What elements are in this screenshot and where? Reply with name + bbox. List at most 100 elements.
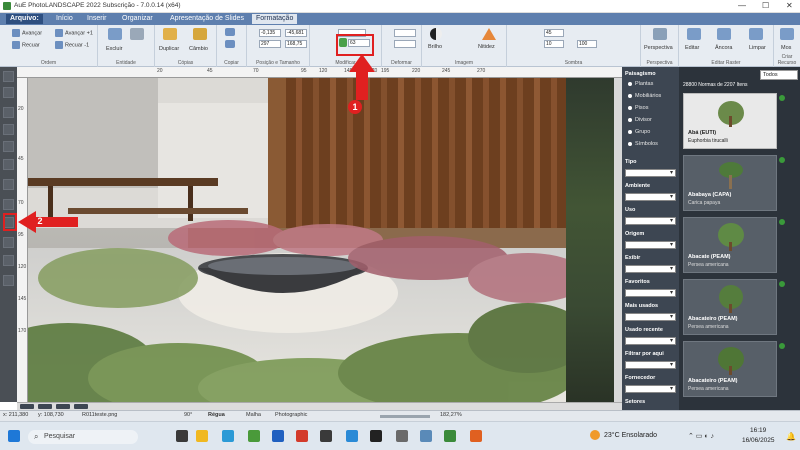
add-item-icon[interactable] (779, 281, 785, 287)
pos-x-field[interactable]: -0,135 (259, 29, 281, 37)
task-view-icon[interactable] (176, 430, 188, 442)
chat-icon[interactable] (370, 430, 382, 442)
anchor-icon[interactable] (717, 28, 731, 40)
editar-button[interactable]: Editar (685, 45, 699, 51)
photolandscape-taskbar-icon[interactable] (444, 430, 456, 442)
filter-exibir-select[interactable] (625, 265, 676, 273)
shape-tool-icon[interactable] (3, 179, 14, 190)
edit-raster-icon[interactable] (687, 28, 701, 40)
menu-arquivo[interactable]: Arquivo: (6, 14, 43, 24)
windows-start-icon[interactable] (8, 430, 20, 442)
avancar1-button[interactable]: Avançar +1 (55, 29, 93, 37)
next-page-icon[interactable] (56, 404, 70, 409)
word-icon[interactable] (272, 430, 284, 442)
zoom-out-icon[interactable] (3, 124, 14, 135)
library-item[interactable]: Ababaya (CAPA) Carica papaya (683, 155, 777, 211)
mos-button[interactable]: Mos (781, 45, 791, 51)
nitidez-button[interactable]: Nitidez (478, 44, 495, 50)
filter-por-aqui-select[interactable] (625, 361, 676, 369)
ancora-button[interactable]: Âncora (715, 45, 732, 51)
library-item[interactable]: Abacateiro (PEAM) Persea americana (683, 341, 777, 397)
ruler-toggle[interactable]: Régua (208, 412, 225, 418)
app-icon-gray[interactable] (396, 430, 408, 442)
app-icon-green[interactable] (248, 430, 260, 442)
filter-mais-usados-select[interactable] (625, 313, 676, 321)
notification-icon[interactable]: 🔔 (786, 432, 796, 441)
duplicate-icon[interactable] (163, 28, 177, 40)
copy-icon[interactable] (225, 28, 235, 36)
recuar-button[interactable]: Recuar (12, 41, 40, 49)
deform-field-1[interactable] (394, 29, 416, 37)
avancar-button[interactable]: Avançar (12, 29, 42, 37)
minimize-icon[interactable]: — (738, 1, 746, 10)
radio-mobiliarios[interactable]: Mobiliários (628, 93, 661, 99)
height-field[interactable]: 168,75 (285, 40, 307, 48)
rectangle-tool-icon[interactable] (3, 199, 14, 210)
radio-grupo[interactable]: Grupo (628, 129, 650, 135)
filter-tipo-select[interactable] (625, 169, 676, 177)
cambio-button[interactable]: Câmbio (189, 46, 208, 52)
radio-simbolos[interactable]: Símbolos (628, 141, 658, 147)
radio-pisos[interactable]: Pisos (628, 105, 648, 111)
close-icon[interactable]: ✕ (786, 1, 793, 10)
filter-usado-recente-select[interactable] (625, 337, 676, 345)
app-icon-dark[interactable] (320, 430, 332, 442)
perspectiva-button[interactable]: Perspectiva (644, 45, 673, 51)
brilho-button[interactable]: Brilho (428, 44, 442, 50)
app-icon-red[interactable] (296, 430, 308, 442)
duplicar-button[interactable]: Duplicar (159, 46, 179, 52)
vertical-scrollbar[interactable] (614, 78, 622, 402)
menu-inserir[interactable]: Inserir (83, 14, 110, 24)
shadow-angle-field[interactable]: 45 (544, 29, 564, 37)
width-field[interactable]: 297 (259, 40, 281, 48)
delete-icon[interactable] (108, 28, 122, 40)
paste-icon[interactable] (225, 40, 235, 48)
file-explorer-icon[interactable] (196, 430, 208, 442)
design-canvas[interactable] (28, 78, 566, 402)
filter-uso-select[interactable] (625, 217, 676, 225)
filter-origem-select[interactable] (625, 241, 676, 249)
zoom-slider[interactable] (380, 415, 430, 418)
library-item[interactable]: Abá (EUTI) Euphorbia tirucalli (683, 93, 777, 149)
system-tray-icons[interactable]: ⌃ ▭ ◐ ♪ (688, 432, 714, 440)
library-item[interactable]: Abacate (PEAM) Persea americana (683, 217, 777, 273)
add-item-icon[interactable] (779, 95, 785, 101)
shadow-opacity-field[interactable]: 100 (577, 40, 597, 48)
color-swatch-icon[interactable] (3, 275, 14, 286)
shadow-distance-field[interactable]: 10 (544, 40, 564, 48)
clock-date[interactable]: 16/06/2025 (742, 437, 775, 444)
weather-text[interactable]: 23°C Ensolarado (604, 432, 657, 439)
brightness-icon[interactable] (430, 28, 442, 40)
pos-y-field[interactable]: -45,681 (285, 29, 307, 37)
radio-plantas[interactable]: Plantas (628, 81, 653, 87)
create-resource-icon[interactable] (780, 28, 794, 40)
menu-apresentacao[interactable]: Apresentação de Slides (166, 14, 248, 24)
sharpness-icon[interactable] (482, 28, 496, 40)
limpar-button[interactable]: Limpar (749, 45, 766, 51)
zoom-window-icon[interactable] (3, 159, 14, 170)
maximize-icon[interactable]: ☐ (762, 1, 769, 10)
add-item-icon[interactable] (779, 343, 785, 349)
radio-divisor[interactable]: Divisor (628, 117, 652, 123)
clear-icon[interactable] (749, 28, 763, 40)
first-page-icon[interactable] (20, 404, 34, 409)
library-scope-dropdown[interactable]: Todos (760, 70, 798, 80)
recuar1-button[interactable]: Recuar -1 (55, 41, 89, 49)
horizontal-scrollbar[interactable] (17, 402, 622, 410)
app-icon-blue[interactable] (420, 430, 432, 442)
telegram-icon[interactable] (346, 430, 358, 442)
app-icon-orange[interactable] (470, 430, 482, 442)
menu-inicio[interactable]: Início (52, 14, 77, 24)
zoom-in-icon[interactable] (3, 107, 14, 118)
last-page-icon[interactable] (74, 404, 88, 409)
render-mode[interactable]: Photographic (275, 412, 307, 418)
visibility-icon[interactable] (130, 28, 144, 40)
edge-icon[interactable] (222, 430, 234, 442)
menu-organizar[interactable]: Organizar (118, 14, 157, 24)
grid-toggle[interactable]: Malha (246, 412, 261, 418)
filter-favoritos-select[interactable] (625, 289, 676, 297)
swap-icon[interactable] (193, 28, 207, 40)
filter-fornecedor-select[interactable] (625, 385, 676, 393)
perspective-icon[interactable] (653, 28, 667, 40)
library-item[interactable]: Abacateiro (PEAM) Persea americana (683, 279, 777, 335)
